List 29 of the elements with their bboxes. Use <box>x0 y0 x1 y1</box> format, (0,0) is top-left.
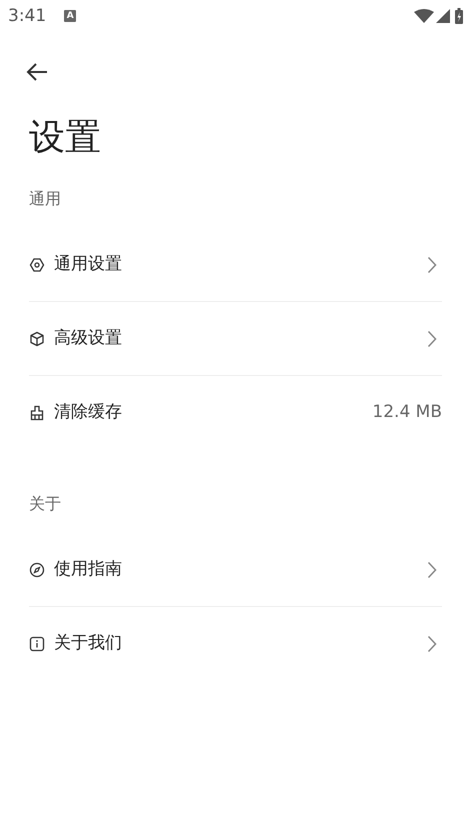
settings-row[interactable]: 高级设置 <box>29 302 442 376</box>
back-arrow-icon <box>26 62 48 82</box>
settings-row[interactable]: 清除缓存 12.4 MB <box>29 376 442 450</box>
cube-icon <box>29 330 45 346</box>
row-label: 通用设置 <box>54 252 123 276</box>
row-label: 高级设置 <box>54 326 123 350</box>
info-icon <box>29 636 45 652</box>
section-header: 关于 <box>29 493 61 515</box>
section-header: 通用 <box>29 188 61 210</box>
battery-icon <box>455 8 463 24</box>
signal-icon <box>436 9 450 23</box>
hexagon-icon <box>29 256 45 272</box>
wifi-icon <box>414 9 434 23</box>
chevron-right-icon <box>427 330 437 348</box>
row-label: 关于我们 <box>54 632 123 656</box>
row-label: 使用指南 <box>54 558 123 581</box>
row-value: 12.4 MB <box>372 401 442 424</box>
chevron-right-icon <box>427 560 437 578</box>
settings-row[interactable]: 通用设置 <box>29 228 442 302</box>
page-title: 设置 <box>28 116 102 160</box>
broom-icon <box>29 405 45 421</box>
row-label: 清除缓存 <box>54 401 123 424</box>
settings-row[interactable]: 使用指南 <box>29 533 442 607</box>
compass-icon <box>29 562 45 578</box>
chevron-right-icon <box>427 635 437 653</box>
settings-row[interactable]: 关于我们 <box>29 607 442 681</box>
chevron-right-icon <box>427 256 437 274</box>
notification-icon: A <box>64 10 76 22</box>
status-time: 3:41 <box>8 8 46 24</box>
